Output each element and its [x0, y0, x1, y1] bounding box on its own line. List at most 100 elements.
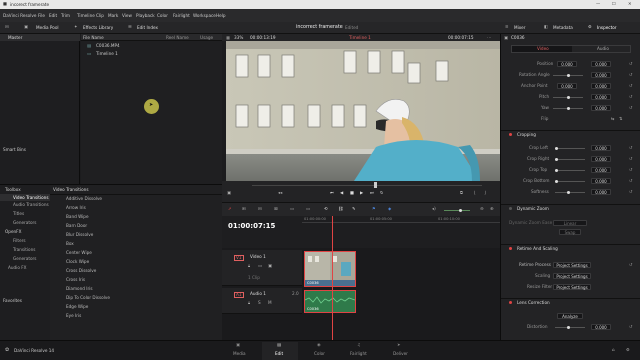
transition-item[interactable]: Box: [66, 241, 74, 246]
transition-item[interactable]: Dip To Color Dissolve: [66, 295, 110, 300]
viewer-layout-icon[interactable]: ▦: [226, 35, 230, 40]
zoom-out-icon[interactable]: ⊖: [480, 206, 484, 211]
menu-color[interactable]: Color: [157, 13, 168, 18]
selection-tool-icon[interactable]: ➚: [228, 206, 232, 211]
transition-item[interactable]: Blur Dissolve: [66, 232, 93, 237]
category-audio-transitions[interactable]: Audio Transitions: [13, 202, 49, 207]
pitch-slider-handle[interactable]: [567, 95, 570, 99]
transition-item[interactable]: Barn Door: [66, 223, 87, 228]
reset-icon[interactable]: ↺: [629, 94, 633, 99]
distortion-slider[interactable]: [555, 327, 585, 328]
audio-track-id[interactable]: A1: [234, 292, 244, 299]
edit-index-button[interactable]: Edit Index: [137, 25, 158, 30]
crop-left-slider[interactable]: [555, 148, 585, 149]
reset-icon[interactable]: ↺: [629, 105, 633, 110]
crop-top-slider[interactable]: [555, 170, 585, 171]
column-reel-name[interactable]: Reel Name: [166, 35, 189, 40]
lens-enabled-dot[interactable]: [509, 301, 512, 304]
reset-icon[interactable]: ↺: [629, 178, 633, 183]
category-video-transitions[interactable]: Video Transitions: [0, 194, 50, 201]
playhead[interactable]: [332, 216, 333, 340]
go-to-start-icon[interactable]: ⏮: [330, 190, 334, 195]
dynamic-zoom-enabled-dot[interactable]: [509, 207, 512, 210]
crop-right-field[interactable]: 0.000: [591, 156, 611, 162]
position-lock-icon[interactable]: ✎: [352, 206, 356, 211]
lens-section-header[interactable]: Lens Correction: [501, 298, 640, 306]
swap-button[interactable]: Swap: [559, 229, 581, 235]
crop-bottom-field[interactable]: 0.000: [591, 178, 611, 184]
loop-icon[interactable]: ↻: [380, 190, 384, 195]
reset-icon[interactable]: ↺: [629, 61, 633, 66]
match-frame-icon[interactable]: ⧉: [460, 190, 463, 195]
category-titles[interactable]: Titles: [13, 211, 24, 216]
page-tab-deliver[interactable]: ➤ Deliver: [388, 342, 414, 360]
scrubber-handle[interactable]: [374, 182, 377, 188]
master-bin-row[interactable]: Master: [0, 34, 80, 41]
category-filters[interactable]: Filters: [13, 238, 26, 243]
dynamic-trim-icon[interactable]: ⊟: [258, 206, 262, 211]
marker-icon[interactable]: ◆: [388, 206, 391, 211]
scrubber-track[interactable]: [252, 185, 482, 186]
play-reverse-icon[interactable]: ◀: [340, 190, 343, 195]
category-transitions[interactable]: Transitions: [13, 247, 35, 252]
audio-clip[interactable]: C0036: [304, 290, 356, 313]
tab-audio[interactable]: Audio: [597, 46, 609, 51]
scaling-dropdown[interactable]: Project Settings: [553, 273, 591, 279]
crop-bottom-slider[interactable]: [555, 181, 585, 182]
page-tab-media[interactable]: ▣ Media: [228, 342, 252, 360]
softness-slider-handle[interactable]: [567, 190, 570, 194]
menu-file[interactable]: File: [38, 13, 45, 18]
volume-slider-handle[interactable]: [459, 208, 462, 212]
reset-icon[interactable]: ↺: [629, 167, 633, 172]
category-openfx[interactable]: OpenFX: [5, 229, 21, 234]
mixer-icon[interactable]: ≡: [505, 24, 509, 29]
audio-icon[interactable]: ◂◂: [278, 190, 282, 195]
reset-icon[interactable]: ↺: [629, 189, 633, 194]
softness-slider[interactable]: [555, 192, 585, 193]
transition-item[interactable]: Cross Dissolve: [66, 268, 96, 273]
anchor-y-field[interactable]: 0.000: [591, 83, 611, 89]
menu-timeline[interactable]: Timeline: [77, 13, 95, 18]
trim-tool-icon[interactable]: ⊞: [242, 206, 246, 211]
cropping-section-header[interactable]: Cropping: [501, 130, 640, 138]
inspector-icon[interactable]: ⚙: [588, 24, 592, 29]
menu-davinci[interactable]: DaVinci Resolve: [3, 13, 36, 18]
settings-gear-icon[interactable]: ⚙: [626, 347, 630, 352]
video-clip[interactable]: C0036: [304, 251, 356, 287]
link-icon[interactable]: ⛓: [338, 206, 343, 211]
distortion-field[interactable]: 0.000: [591, 324, 611, 330]
lock-track-icon[interactable]: 🔒︎: [248, 263, 250, 268]
mute-track-icon[interactable]: M: [268, 300, 272, 305]
dynamic-zoom-ease-dropdown[interactable]: Linear: [553, 220, 587, 226]
inspector-button[interactable]: Inspector: [597, 25, 617, 30]
metadata-button[interactable]: Metadata: [553, 25, 573, 30]
close-icon[interactable]: ✕: [628, 1, 632, 6]
lock-track-icon[interactable]: 🔒︎: [248, 300, 250, 305]
tab-video[interactable]: Video: [512, 46, 572, 52]
transition-item[interactable]: Additive Dissolve: [66, 196, 102, 201]
viewer-mode-icon[interactable]: ▣: [227, 190, 231, 195]
analyze-button[interactable]: Analyze: [557, 313, 583, 319]
menu-fairlight[interactable]: Fairlight: [173, 13, 190, 18]
page-tab-edit[interactable]: ▤ Edit: [262, 342, 298, 360]
dynamic-zoom-section-header[interactable]: Dynamic Zoom: [501, 204, 640, 212]
stop-icon[interactable]: ■: [350, 190, 354, 195]
crop-left-slider-handle[interactable]: [555, 146, 558, 150]
media-pool-icon[interactable]: ▣: [24, 24, 28, 29]
category-ofx-generators[interactable]: Generators: [13, 256, 36, 261]
mark-out-icon[interactable]: ⌋: [484, 190, 486, 195]
edit-index-icon[interactable]: ☰: [128, 24, 132, 29]
insert-clip-icon[interactable]: ▭: [290, 206, 294, 211]
resize-filter-dropdown[interactable]: Project Settings: [553, 284, 591, 290]
overwrite-clip-icon[interactable]: ▭: [306, 206, 310, 211]
position-y-field[interactable]: 0.000: [591, 61, 611, 67]
video-track-name[interactable]: Video 1: [250, 254, 266, 259]
reset-icon[interactable]: ↺: [629, 324, 633, 329]
column-file-name[interactable]: File Name: [83, 35, 104, 40]
auto-select-icon[interactable]: ▭: [258, 263, 262, 268]
category-audio-fx[interactable]: Audio FX: [8, 265, 27, 270]
go-to-end-icon[interactable]: ⏭: [370, 190, 374, 195]
cropping-enabled-dot[interactable]: [509, 133, 512, 136]
favorites-label[interactable]: Favorites: [3, 298, 22, 303]
volume-icon[interactable]: ◂): [432, 206, 436, 211]
